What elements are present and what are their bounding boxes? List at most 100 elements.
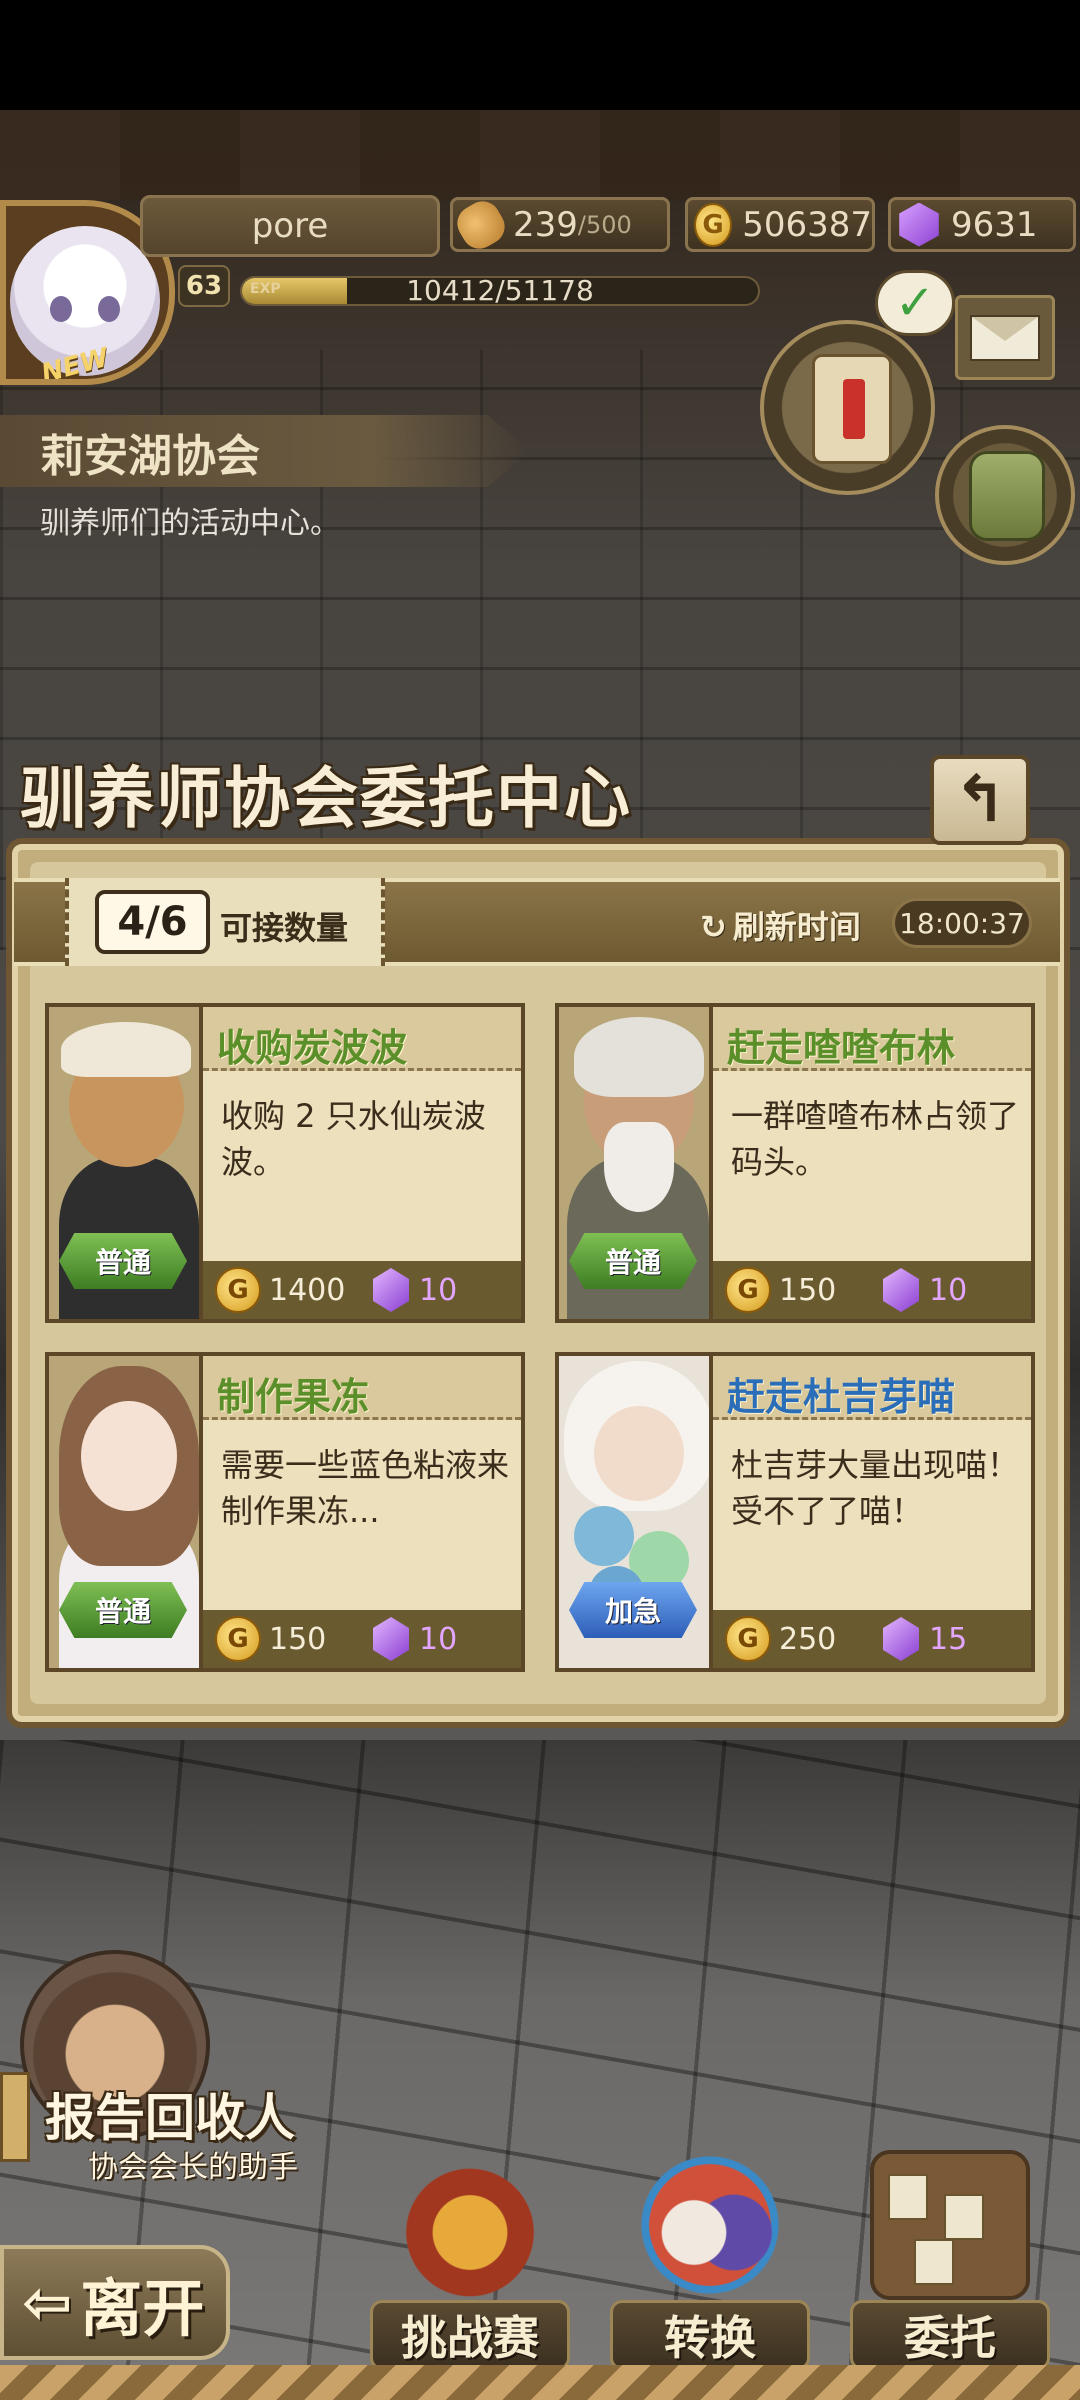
- portrait-beard: [604, 1122, 674, 1212]
- gem-amount: 9631: [951, 204, 1038, 245]
- portrait-cap: [61, 1022, 191, 1077]
- back-button[interactable]: ↰: [930, 755, 1030, 845]
- ceiling-beams: [0, 110, 1080, 200]
- alert-mark: [843, 379, 865, 439]
- convert-label: 转换: [610, 2300, 810, 2370]
- avatar-eye-right: [98, 296, 120, 322]
- quest-card-body: 收购炭波波 收购 2 只水仙炭波波。 G 1400 10: [199, 1003, 525, 1323]
- reward-gold: 250: [779, 1621, 837, 1657]
- helper-name[interactable]: 报告回收人: [45, 2078, 295, 2150]
- difficulty-badge: 普通: [59, 1582, 187, 1638]
- quest-title: 收购炭波波: [217, 1026, 408, 1070]
- check-icon: ✓: [875, 270, 955, 336]
- helper-tag: [0, 2072, 30, 2162]
- quest-description: 一群喳喳布林占领了码头。: [731, 1097, 1020, 1181]
- backpack-icon: [969, 451, 1045, 541]
- gem-icon: [373, 1617, 409, 1661]
- portrait-hair: [574, 1017, 704, 1097]
- reward-gold: 150: [779, 1272, 837, 1308]
- difficulty-badge: 普通: [59, 1233, 187, 1289]
- location-description: 驯养师们的活动中心。: [40, 506, 340, 541]
- quest-card-body: 赶走喳喳布林 一群喳喳布林占领了码头。 G 150 10: [709, 1003, 1035, 1323]
- backpack-button[interactable]: [935, 425, 1075, 565]
- refresh-label: 刷新时间: [732, 908, 861, 946]
- refresh-label-group: ↻ 刷新时间: [700, 902, 861, 948]
- difficulty-badge: 普通: [569, 1233, 697, 1289]
- gold-coin-icon: G: [725, 1616, 771, 1662]
- gem-icon: [883, 1617, 919, 1661]
- exp-text: 10412/51178: [406, 274, 594, 307]
- stamina-current: 239: [513, 204, 578, 245]
- quest-card-body: 赶走杜吉芽喵 杜吉芽大量出现喵！受不了了喵！ G 250 15: [709, 1352, 1035, 1672]
- leave-arrow-icon: ⇦: [22, 2267, 73, 2338]
- avatar-eye-left: [50, 296, 72, 322]
- quest-card[interactable]: 赶走喳喳布林 一群喳喳布林占领了码头。 G 150 10 普通: [555, 1003, 1035, 1323]
- leave-button[interactable]: ⇦ 离开: [0, 2245, 230, 2360]
- stamina-counter[interactable]: 239 /500: [450, 194, 670, 255]
- reward-gold: 150: [269, 1621, 327, 1657]
- mail-button[interactable]: [955, 295, 1055, 380]
- bottom-border: [0, 2365, 1080, 2400]
- portrait-head: [81, 1401, 177, 1511]
- portrait-puff: [574, 1506, 634, 1566]
- gem-icon: [883, 1268, 919, 1312]
- quest-reward: G 250 15: [713, 1610, 1031, 1668]
- quest-title: 制作果冻: [217, 1375, 370, 1419]
- reward-gems: 10: [419, 1621, 458, 1657]
- refresh-icon: ↻: [700, 908, 727, 946]
- difficulty-badge: 加急: [569, 1582, 697, 1638]
- gold-coin-icon: G: [725, 1267, 771, 1313]
- reward-gems: 10: [419, 1272, 458, 1308]
- refresh-timer: 18:00:37: [892, 898, 1032, 948]
- convert-icon: [630, 2150, 790, 2300]
- quest-card[interactable]: 赶走杜吉芽喵 杜吉芽大量出现喵！受不了了喵！ G 250 15 加急: [555, 1352, 1035, 1672]
- reward-gold: 1400: [269, 1272, 346, 1308]
- bread-icon: [450, 194, 512, 255]
- quest-reward: G 1400 10: [203, 1261, 521, 1319]
- player-name: pore: [140, 195, 440, 257]
- back-arrow-icon: ↰: [953, 763, 1007, 837]
- helper-role: 协会会长的助手: [88, 2150, 298, 2185]
- quest-card[interactable]: 制作果冻 需要一些蓝色粘液来制作果冻... G 150 10 普通: [45, 1352, 525, 1672]
- portrait-head: [594, 1406, 684, 1501]
- quest-card[interactable]: 收购炭波波 收购 2 只水仙炭波波。 G 1400 10 普通: [45, 1003, 525, 1323]
- commission-board-icon: [870, 2150, 1030, 2300]
- challenge-button[interactable]: 挑战赛: [370, 2150, 570, 2370]
- stamina-max: /500: [577, 210, 632, 239]
- quest-log-button[interactable]: [760, 320, 935, 495]
- convert-button[interactable]: 转换: [610, 2150, 810, 2370]
- challenge-shield-icon: [390, 2150, 550, 2300]
- reward-gems: 15: [929, 1621, 968, 1657]
- quest-reward: G 150 10: [203, 1610, 521, 1668]
- reward-gems: 10: [929, 1272, 968, 1308]
- quest-title: 赶走喳喳布林: [727, 1026, 956, 1070]
- mail-icon: [970, 314, 1040, 361]
- note-paper: [914, 2239, 954, 2285]
- quest-reward: G 150 10: [713, 1261, 1031, 1319]
- location-name: 莉安湖协会: [40, 431, 260, 482]
- gem-counter[interactable]: 9631: [888, 197, 1076, 252]
- gold-amount: 506387: [742, 204, 872, 245]
- panel-title: 驯养师协会委托中心: [20, 759, 632, 837]
- note-paper: [944, 2194, 984, 2240]
- quest-description: 杜吉芽大量出现喵！受不了了喵！: [731, 1446, 1020, 1530]
- quest-description: 需要一些蓝色粘液来制作果冻...: [221, 1446, 510, 1530]
- quest-title: 赶走杜吉芽喵: [727, 1375, 956, 1419]
- quest-scroll-icon: [812, 354, 892, 464]
- commission-label: 委托: [850, 2300, 1050, 2370]
- gold-coin-icon: G: [215, 1616, 261, 1662]
- accept-count: 4/6: [95, 890, 210, 954]
- status-bar-area: [0, 0, 1080, 110]
- note-paper: [888, 2174, 928, 2220]
- commission-button[interactable]: 委托: [850, 2150, 1050, 2370]
- quest-card-body: 制作果冻 需要一些蓝色粘液来制作果冻... G 150 10: [199, 1352, 525, 1672]
- gem-icon: [899, 202, 939, 247]
- quest-description: 收购 2 只水仙炭波波。: [221, 1097, 486, 1181]
- gold-coin-icon: G: [215, 1267, 261, 1313]
- gold-coin-icon: G: [694, 202, 733, 247]
- accept-count-label: 可接数量: [220, 909, 349, 947]
- gem-icon: [373, 1268, 409, 1312]
- gold-counter[interactable]: G 506387: [685, 197, 875, 252]
- player-level: 63: [178, 265, 230, 307]
- leave-label: 离开: [80, 2271, 205, 2345]
